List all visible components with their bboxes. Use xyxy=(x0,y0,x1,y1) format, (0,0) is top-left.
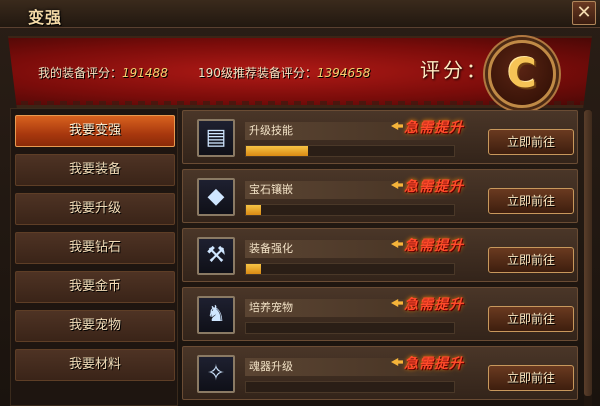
go-now-button[interactable]: 立即前往 xyxy=(488,306,574,332)
title-bar: 变强 ✕ xyxy=(0,0,600,28)
progress-fill xyxy=(246,146,309,156)
close-icon: ✕ xyxy=(576,2,592,23)
recommended-score: 190级推荐装备评分：1394658 xyxy=(198,64,370,81)
scrollbar-track[interactable] xyxy=(584,110,592,406)
menu-item[interactable]: 我要变强 xyxy=(15,115,175,147)
menu-item[interactable]: 我要材料 xyxy=(15,349,175,381)
progress-bar xyxy=(245,204,455,216)
urgent-badge: 急需提升 xyxy=(404,120,464,136)
pet-icon: ♞ xyxy=(197,296,235,334)
urgent-badge: 急需提升 xyxy=(404,356,464,372)
task-row: ◆ 宝石镶嵌 急需提升 立即前往 xyxy=(182,169,578,223)
progress-fill xyxy=(246,264,261,274)
grade-emblem: C xyxy=(488,40,556,108)
menu-item[interactable]: 我要金币 xyxy=(15,271,175,303)
anvil-icon: ⚒ xyxy=(197,237,235,275)
go-now-button[interactable]: 立即前往 xyxy=(488,247,574,273)
go-now-button[interactable]: 立即前往 xyxy=(488,129,574,155)
menu-item[interactable]: 我要装备 xyxy=(15,154,175,186)
task-list: ▤ 升级技能 急需提升 立即前往 ◆ 宝石镶嵌 急需提升 立即前往 ⚒ 装备强化 急需提升 立即前往 ♞… xyxy=(182,110,592,406)
close-button[interactable]: ✕ xyxy=(572,1,596,25)
task-row: ♞ 培养宠物 急需提升 立即前往 xyxy=(182,287,578,341)
scrollbar-thumb[interactable] xyxy=(584,110,592,396)
menu-item[interactable]: 我要宠物 xyxy=(15,310,175,342)
go-now-button[interactable]: 立即前往 xyxy=(488,365,574,391)
grade-letter: C xyxy=(507,51,537,97)
rating-label: 评分： xyxy=(420,58,489,82)
task-row: ✧ 魂器升级 急需提升 立即前往 xyxy=(182,346,578,400)
menu-item[interactable]: 我要升级 xyxy=(15,193,175,225)
soul-artifact-icon: ✧ xyxy=(197,355,235,393)
menu-item[interactable]: 我要钻石 xyxy=(15,232,175,264)
gem-icon: ◆ xyxy=(197,178,235,216)
recommended-score-label: 190级推荐装备评分： xyxy=(198,66,317,80)
progress-fill xyxy=(246,205,261,215)
strengthen-window: 变强 ✕ 我的装备评分：191488 190级推荐装备评分：1394658 评分… xyxy=(0,0,600,406)
my-score-label: 我的装备评分： xyxy=(38,66,123,80)
task-row: ▤ 升级技能 急需提升 立即前往 xyxy=(182,110,578,164)
progress-bar xyxy=(245,322,455,334)
skill-book-icon: ▤ xyxy=(197,119,235,157)
window-title: 变强 xyxy=(28,8,63,27)
urgent-badge: 急需提升 xyxy=(404,238,464,254)
category-menu: 我要变强我要装备我要升级我要钻石我要金币我要宠物我要材料 xyxy=(10,108,178,406)
recommended-score-value: 1394658 xyxy=(316,66,371,80)
task-row: ⚒ 装备强化 急需提升 立即前往 xyxy=(182,228,578,282)
urgent-badge: 急需提升 xyxy=(404,297,464,313)
progress-bar xyxy=(245,263,455,275)
go-now-button[interactable]: 立即前往 xyxy=(488,188,574,214)
progress-bar xyxy=(245,145,455,157)
my-equipment-score: 我的装备评分：191488 xyxy=(38,64,168,81)
progress-bar xyxy=(245,381,455,393)
my-score-value: 191488 xyxy=(122,66,168,80)
urgent-badge: 急需提升 xyxy=(404,179,464,195)
